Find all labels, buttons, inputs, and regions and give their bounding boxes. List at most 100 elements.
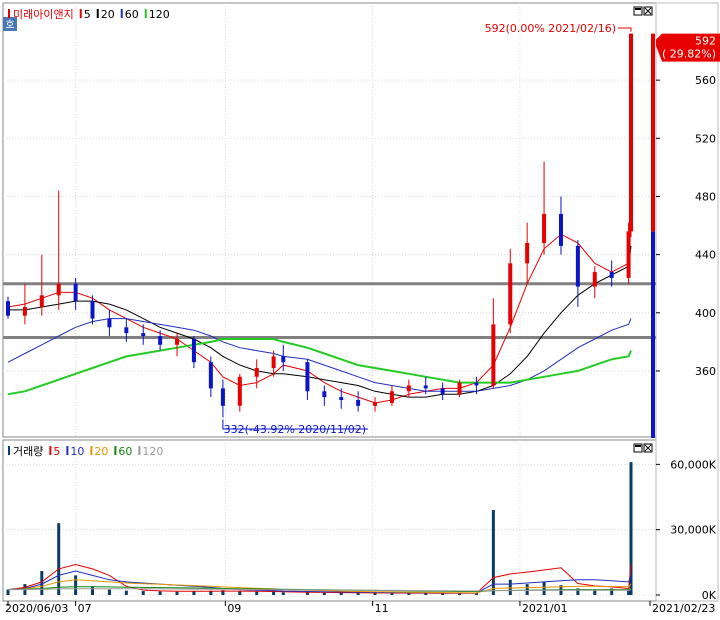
price-panel-close-button[interactable] <box>643 6 653 16</box>
volume-legend-label-10[interactable]: 10 <box>70 445 84 458</box>
volume-bar[interactable] <box>238 591 242 595</box>
candle-body <box>558 213 563 246</box>
candle-body <box>542 213 547 243</box>
candle-body <box>90 301 95 319</box>
volume-bar[interactable] <box>525 584 529 595</box>
volume-bar[interactable] <box>542 581 546 595</box>
price-tick-label: 360 <box>695 365 716 378</box>
volume-tick-label: 0K <box>702 589 717 602</box>
legend-label-ma120[interactable]: 120 <box>149 8 170 21</box>
volume-bar[interactable] <box>124 590 128 595</box>
price-panel[interactable] <box>2 2 657 438</box>
current-price-bar-down <box>651 231 655 438</box>
volume-legend-marker-5 <box>49 446 52 455</box>
volume-legend-label-120[interactable]: 120 <box>142 445 163 458</box>
volume-legend-label-60[interactable]: 60 <box>118 445 132 458</box>
candle-body <box>457 382 462 395</box>
price-panel-minimize-button[interactable] <box>633 6 643 16</box>
candle-body <box>237 376 242 406</box>
candle-body <box>491 324 496 386</box>
candle-body <box>39 295 44 307</box>
candle-body <box>525 242 530 264</box>
volume-bar[interactable] <box>74 575 78 595</box>
chart-canvas[interactable]: 호 미래아이앤지 5 20 60 120 거래량 5 10 20 60 120 592(0.0… <box>0 0 720 616</box>
legend-marker-ma120 <box>144 9 147 18</box>
candle-body <box>6 301 10 316</box>
volume-legend-label-5[interactable]: 5 <box>53 445 60 458</box>
date-tick-label: 07 <box>78 602 92 615</box>
candle-body <box>322 391 327 398</box>
volume-bar[interactable] <box>339 592 343 595</box>
volume-bar[interactable] <box>508 579 512 595</box>
candle-body <box>281 356 286 363</box>
volume-bar[interactable] <box>491 510 495 595</box>
price-tick-label: 400 <box>695 307 716 320</box>
volume-legend-label-20[interactable]: 20 <box>94 445 108 458</box>
volume-legend-title[interactable]: 거래량 <box>13 445 43 458</box>
candle-body <box>305 362 310 392</box>
volume-legend-marker-10 <box>66 446 69 455</box>
legend-marker <box>8 9 10 18</box>
candle-body <box>474 382 479 386</box>
price-tick-label: 560 <box>695 74 716 87</box>
volume-bar[interactable] <box>158 591 162 595</box>
legend-label-ma60[interactable]: 60 <box>125 8 139 21</box>
stock-chart-window: 호 미래아이앤지 5 20 60 120 거래량 5 10 20 60 120 592(0.0… <box>0 0 720 616</box>
volume-legend-marker-60 <box>114 446 117 455</box>
volume-legend-marker-20 <box>90 446 93 455</box>
candle-body <box>592 272 597 287</box>
volume-bar[interactable] <box>107 589 111 595</box>
candle-body <box>508 263 513 325</box>
candle-body <box>220 388 225 406</box>
candle-body <box>609 272 614 278</box>
volume-tick-label: 30,000K <box>670 524 716 537</box>
date-tick-label: 2021/01 <box>522 602 568 615</box>
volume-bar[interactable] <box>322 592 326 595</box>
candle-body <box>406 385 411 392</box>
price-tick-label: 440 <box>695 249 716 262</box>
date-tick-label: 2020/06/03 <box>5 602 68 615</box>
volume-bar[interactable] <box>57 523 61 595</box>
candle-body <box>423 385 428 389</box>
candle-body <box>626 231 631 278</box>
legend-marker-ma5 <box>79 9 82 18</box>
current-price-value: 592 <box>695 35 716 48</box>
volume-bar[interactable] <box>305 592 309 595</box>
volume-bar[interactable] <box>6 589 10 595</box>
candle-body <box>22 306 27 316</box>
volume-bar[interactable] <box>255 591 259 595</box>
price-tick-label: 480 <box>695 190 716 203</box>
volume-bar[interactable] <box>281 592 285 595</box>
volume-bar[interactable] <box>356 593 360 595</box>
candle-body <box>141 333 146 337</box>
candle-body <box>271 356 276 369</box>
high-annotation[interactable]: 592(0.00% 2021/02/16) <box>485 22 616 35</box>
stock-name[interactable]: 미래아이앤지 <box>13 8 74 21</box>
candle-body <box>254 368 259 377</box>
volume-legend-marker-120 <box>138 446 141 455</box>
candle-body <box>56 283 61 296</box>
candle[interactable] <box>629 33 633 238</box>
candle-body <box>356 400 361 406</box>
volume-bar[interactable] <box>390 593 394 595</box>
legend-label-ma20[interactable]: 20 <box>101 8 115 21</box>
volume-panel-close-button[interactable] <box>643 443 653 453</box>
candle-body <box>175 338 180 345</box>
current-price-change: ( 29.82%) <box>662 48 716 61</box>
volume-bar[interactable] <box>141 591 145 595</box>
candle[interactable] <box>626 222 631 284</box>
volume-bar[interactable] <box>175 591 179 595</box>
candle-body <box>373 402 378 406</box>
legend-marker-ma60 <box>120 9 123 18</box>
legend-marker-ma20 <box>96 9 99 18</box>
date-tick-label: 09 <box>227 602 241 615</box>
current-price-label[interactable]: 592( 29.82%) <box>656 33 720 62</box>
price-tick-label: 520 <box>695 132 716 145</box>
volume-bar[interactable] <box>91 586 95 595</box>
candle-body <box>73 283 78 302</box>
legend-marker <box>8 446 10 455</box>
candle-body <box>629 33 633 232</box>
volume-bar[interactable] <box>272 591 276 595</box>
volume-panel-minimize-button[interactable] <box>633 443 643 453</box>
legend-label-ma5[interactable]: 5 <box>84 8 91 21</box>
